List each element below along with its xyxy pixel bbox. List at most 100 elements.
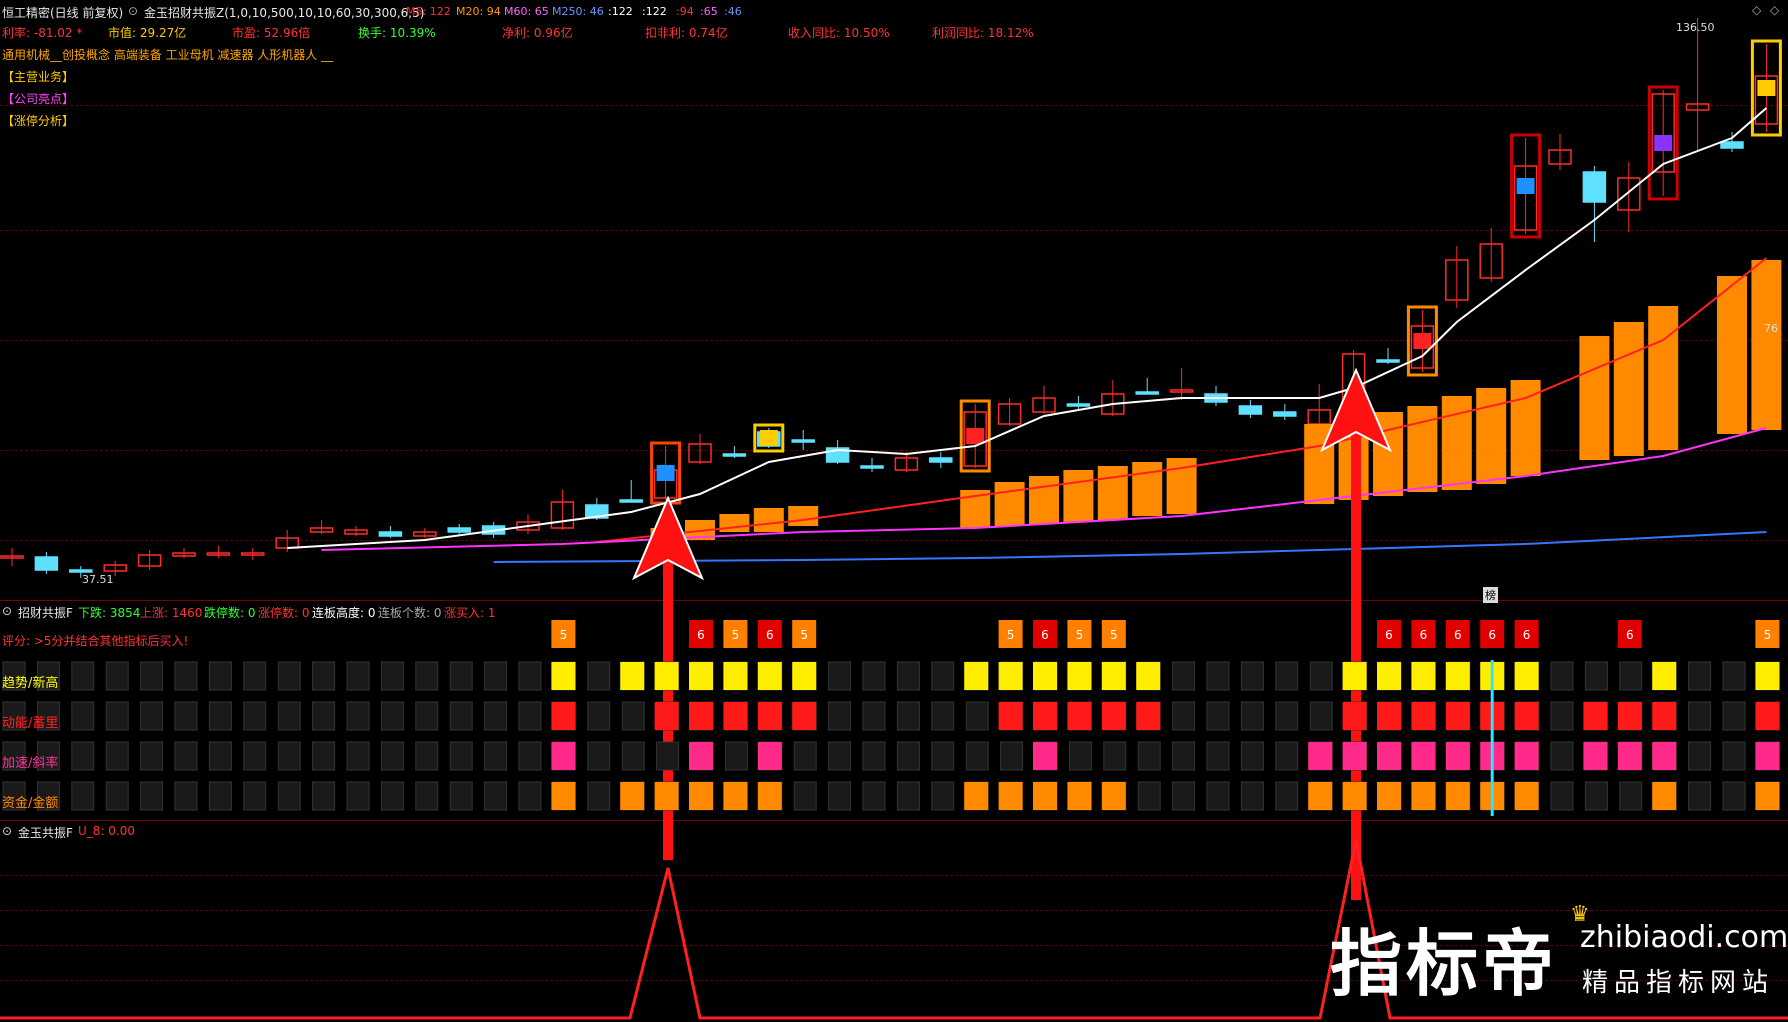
stat-buy: 涨买入: 1 <box>444 606 496 620</box>
signal-cell <box>1652 782 1677 810</box>
signal-cell <box>1411 742 1436 770</box>
stat-lianban-count: 连板个数: 0 <box>378 606 442 620</box>
candle-body <box>1066 403 1091 407</box>
grid-cell <box>862 781 886 811</box>
histogram-bar <box>1613 322 1644 456</box>
grid-cell <box>1309 701 1333 731</box>
grid-cell <box>346 741 370 771</box>
signal-cell <box>1755 662 1780 690</box>
stat-koufei: 扣非利: 0.74亿 <box>645 26 728 40</box>
signal-cell <box>723 702 748 730</box>
grid-cell <box>862 741 886 771</box>
grid-cell <box>828 781 852 811</box>
signal-cell <box>620 782 645 810</box>
signal-cell <box>1136 662 1161 690</box>
signal-cell <box>1411 662 1436 690</box>
score-text: 6 <box>1488 628 1496 642</box>
score-text: 5 <box>732 628 740 642</box>
highlight-fill <box>966 428 985 444</box>
grid-cell <box>1550 781 1574 811</box>
score-text: 5 <box>800 628 808 642</box>
grid-cell <box>1172 661 1196 691</box>
grid-cell <box>931 701 955 731</box>
grid-cell <box>1275 701 1299 731</box>
histogram-bar <box>1441 396 1472 490</box>
grid-cell <box>71 781 95 811</box>
window-icon[interactable]: ◇ <box>1770 3 1779 17</box>
histogram-bar <box>1717 276 1747 434</box>
ma60-label: M60: 65 <box>504 5 549 18</box>
score-text: 5 <box>1110 628 1118 642</box>
grid-cell <box>1068 741 1092 771</box>
grid-cell <box>621 741 645 771</box>
grid-cell <box>724 741 748 771</box>
panel3-title[interactable]: 金玉共振F <box>18 824 73 841</box>
signal-cell <box>1514 742 1539 770</box>
grid-cell <box>415 781 439 811</box>
grid-cell <box>415 701 439 731</box>
panel2-collapse-icon[interactable]: ⊙ <box>2 604 12 618</box>
grid-cell <box>71 701 95 731</box>
stock-title[interactable]: 恒工精密(日线 前复权) <box>2 4 123 21</box>
grid-cell <box>965 741 989 771</box>
val-3: :94 <box>676 5 694 18</box>
link-zhangting[interactable]: 【涨停分析】 <box>2 112 74 129</box>
grid-cell <box>1137 781 1161 811</box>
stat-lirun: 利润同比: 18.12% <box>932 26 1034 40</box>
histogram-bar <box>788 506 819 526</box>
score-text: 6 <box>1041 628 1049 642</box>
watermark-url: zhibiaodi.com <box>1580 920 1788 955</box>
val-2: :122 <box>642 5 667 18</box>
candle-body <box>1582 171 1607 203</box>
grid-cell <box>1619 781 1643 811</box>
signal-cell <box>1342 702 1367 730</box>
candle-body <box>619 499 643 503</box>
grid-cell <box>621 701 645 731</box>
panel2-title[interactable]: 招财共振F <box>18 604 73 621</box>
grid-cell <box>793 741 817 771</box>
grid-cell <box>312 661 336 691</box>
score-text: 6 <box>1385 628 1393 642</box>
grid-cell <box>484 701 508 731</box>
candle-body <box>1273 411 1297 417</box>
chart-canvas: 5 6 5 6 5 5 6 5 5 6 6 6 6 6 6 5 <box>0 18 1788 1020</box>
signal-cell <box>689 742 713 770</box>
grid-cell <box>587 661 611 691</box>
link-liangdian[interactable]: 【公司亮点】 <box>2 90 74 107</box>
grid-cell <box>1584 781 1608 811</box>
link-zhuying[interactable]: 【主营业务】 <box>2 68 74 85</box>
grid-cell <box>277 781 301 811</box>
grid-cell <box>484 781 508 811</box>
histogram-bar <box>1029 476 1059 524</box>
grid-cell <box>140 701 164 731</box>
window-icon[interactable]: ◇ <box>1752 3 1761 17</box>
grid-cell <box>105 781 129 811</box>
grid-cell <box>243 701 267 731</box>
grid-cell <box>518 781 542 811</box>
grid-cell <box>587 781 611 811</box>
grid-cell <box>1722 781 1746 811</box>
signal-cell <box>1033 782 1057 810</box>
signal-cell <box>1755 782 1780 810</box>
signal-cell <box>1033 742 1057 770</box>
grid-cell <box>1550 701 1574 731</box>
grid-cell <box>449 701 473 731</box>
ma20-label: M20: 94 <box>456 5 501 18</box>
grid-cell <box>449 781 473 811</box>
signal-cell <box>551 662 576 690</box>
indicator-name[interactable]: 金玉招财共振Z(1,0,10,500,10,10,60,30,300,6,5) <box>144 4 424 21</box>
ma250-label: M250: 46 <box>552 5 604 18</box>
panel3-collapse-icon[interactable]: ⊙ <box>2 824 12 838</box>
signal-cell <box>792 702 817 730</box>
grid-cell <box>346 781 370 811</box>
signal-cell <box>1411 782 1436 810</box>
watermark-slogan: 精品指标网站 <box>1582 968 1775 998</box>
collapse-icon[interactable]: ⊙ <box>128 4 138 18</box>
high-price-label: 136.50 <box>1676 21 1715 34</box>
signal-cell <box>551 782 576 810</box>
candle-body <box>34 556 59 571</box>
signal-cell <box>1377 702 1401 730</box>
grid-cell <box>587 701 611 731</box>
candle-body <box>791 439 815 443</box>
grid-cell <box>1137 741 1161 771</box>
